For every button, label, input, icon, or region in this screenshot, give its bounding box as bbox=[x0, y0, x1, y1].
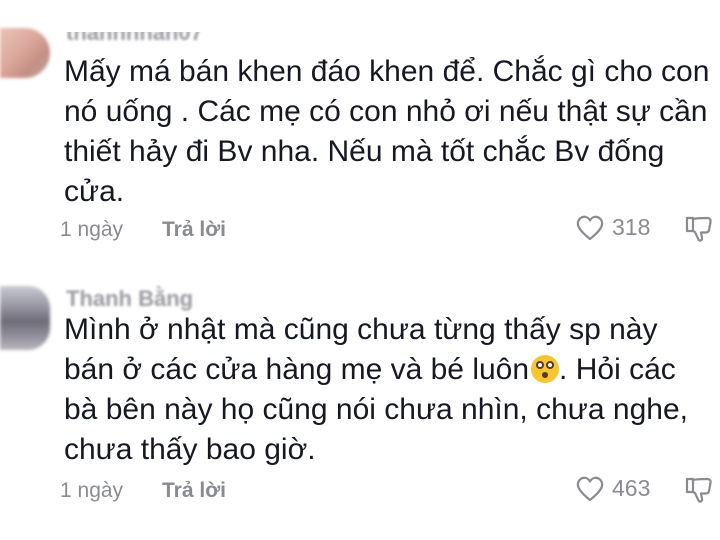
comment-username[interactable]: Thanh Bằng bbox=[66, 286, 193, 312]
heart-outline-icon bbox=[576, 215, 604, 241]
thumbs-down-outline-icon[interactable] bbox=[684, 476, 714, 504]
comment-text: Mình ở nhật mà cũng chưa từng thấy sp nà… bbox=[64, 310, 714, 470]
comment-username[interactable]: thanhnhan07 bbox=[66, 32, 203, 46]
like-button[interactable]: 318 bbox=[576, 214, 650, 241]
comment-timestamp: 1 ngày bbox=[60, 479, 124, 502]
avatar[interactable] bbox=[0, 28, 50, 78]
like-count: 463 bbox=[612, 475, 651, 501]
like-count: 318 bbox=[612, 214, 651, 240]
heart-outline-icon bbox=[576, 476, 604, 502]
thumbs-down-outline-icon[interactable] bbox=[684, 215, 714, 243]
comment-text: Mấy má bán khen đáo khen để. Chắc gì cho… bbox=[64, 55, 710, 208]
flushed-face-icon bbox=[531, 355, 560, 383]
avatar[interactable] bbox=[0, 286, 50, 350]
like-button[interactable]: 463 bbox=[576, 475, 650, 502]
comment-timestamp: 1 ngày bbox=[60, 218, 124, 241]
reply-button[interactable]: Trả lời bbox=[162, 218, 226, 242]
reply-button[interactable]: Trả lời bbox=[162, 479, 226, 503]
